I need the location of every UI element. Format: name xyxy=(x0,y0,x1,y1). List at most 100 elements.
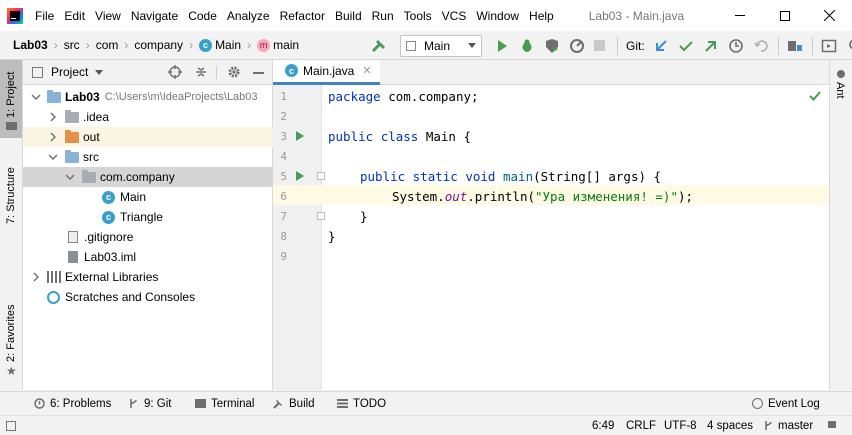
tree-item-label: External Libraries xyxy=(65,270,159,284)
tab-project[interactable]: 1: Project xyxy=(0,60,22,138)
editor-tab-main-java[interactable]: c Main.java ✕ xyxy=(273,59,380,85)
tree-item-lab03[interactable]: Lab03 C:\Users\m\IdeaProjects\Lab03 xyxy=(23,87,273,107)
tree-item-src[interactable]: src xyxy=(23,147,273,167)
tree-item-main[interactable]: c Main xyxy=(23,187,273,207)
maximize-button[interactable] xyxy=(762,0,807,31)
indent-setting[interactable]: 4 spaces xyxy=(707,420,753,432)
close-button[interactable] xyxy=(807,0,852,31)
locate-icon[interactable] xyxy=(168,65,182,79)
git-branch-widget[interactable]: master xyxy=(763,420,813,432)
tab-favorites-label: 2: Favorites xyxy=(5,304,17,362)
build-hammer-icon[interactable] xyxy=(370,37,388,55)
gitignore-file-icon xyxy=(68,231,78,243)
line-separator[interactable]: CRLF xyxy=(626,420,656,432)
code-area[interactable]: 1 package com.company; 2 3 public class … xyxy=(273,85,829,390)
search-icon[interactable] xyxy=(848,38,852,54)
tree-item-gitignore[interactable]: .gitignore xyxy=(23,227,273,247)
tool-build[interactable]: Build xyxy=(272,398,315,410)
gear-icon[interactable] xyxy=(227,65,241,79)
tab-structure[interactable]: 7: Structure xyxy=(0,152,22,232)
tree-item-out[interactable]: out xyxy=(23,127,273,147)
menu-run[interactable]: Run xyxy=(367,9,399,23)
debug-icon[interactable] xyxy=(519,38,535,54)
tree-item-external-libraries[interactable]: External Libraries xyxy=(23,267,273,287)
git-push-icon[interactable] xyxy=(703,38,719,54)
todo-list-icon xyxy=(337,399,348,408)
code-line-3: 3 public class Main { xyxy=(273,126,829,146)
menu-tools[interactable]: Tools xyxy=(399,9,437,23)
menu-build[interactable]: Build xyxy=(330,9,367,23)
history-icon[interactable] xyxy=(728,38,744,54)
fold-icon[interactable] xyxy=(317,172,325,180)
tab-favorites[interactable]: 2: Favorites ★ xyxy=(0,300,22,382)
run-icon[interactable] xyxy=(494,38,510,54)
code-line-9: 9 xyxy=(273,246,829,266)
git-update-icon[interactable] xyxy=(653,38,669,54)
project-structure-icon[interactable] xyxy=(787,38,803,54)
tab-ant[interactable]: Ant xyxy=(830,60,852,106)
tool-problems[interactable]: 6: Problems xyxy=(34,398,111,410)
menu-edit[interactable]: Edit xyxy=(59,9,90,23)
menu-vcs[interactable]: VCS xyxy=(437,9,472,23)
star-icon: ★ xyxy=(6,364,17,378)
coverage-icon[interactable] xyxy=(544,38,560,54)
tool-todo[interactable]: TODO xyxy=(337,398,386,410)
code-line-6: 6 System.out.println("Ура изменения! =)"… xyxy=(273,186,829,206)
lock-icon[interactable] xyxy=(828,421,836,428)
tool-windows-toggle-icon[interactable] xyxy=(6,421,16,431)
git-branch-icon xyxy=(765,421,772,430)
tree-item-triangle[interactable]: c Triangle xyxy=(23,207,273,227)
tool-event-log-label: Event Log xyxy=(768,397,820,410)
breadcrumb-class[interactable]: Main xyxy=(215,38,241,52)
menu-window[interactable]: Window xyxy=(471,9,524,23)
file-encoding[interactable]: UTF-8 xyxy=(664,420,697,432)
tree-item-idea[interactable]: .idea xyxy=(23,107,273,127)
minimize-button[interactable] xyxy=(717,0,762,31)
rollback-icon[interactable] xyxy=(753,38,769,54)
menu-navigate[interactable]: Navigate xyxy=(126,9,183,23)
breadcrumb-project[interactable]: Lab03 xyxy=(13,38,48,52)
package-icon xyxy=(82,169,96,183)
tool-terminal[interactable]: Terminal xyxy=(195,398,254,410)
tool-event-log[interactable]: Event Log xyxy=(752,398,820,410)
tree-item-lab03-iml[interactable]: Lab03.iml xyxy=(23,247,273,267)
caret-position[interactable]: 6:49 xyxy=(592,420,614,432)
menu-file[interactable]: File xyxy=(30,9,59,23)
tool-terminal-label: Terminal xyxy=(211,397,255,410)
menu-help[interactable]: Help xyxy=(524,9,559,23)
line-number: 6 xyxy=(280,189,287,203)
fold-icon[interactable] xyxy=(317,212,325,220)
menu-view[interactable]: View xyxy=(90,9,126,23)
git-commit-icon[interactable] xyxy=(678,38,694,54)
menu-refactor[interactable]: Refactor xyxy=(275,9,330,23)
tree-item-scratches[interactable]: Scratches and Consoles xyxy=(23,287,273,307)
presentation-icon[interactable] xyxy=(821,38,837,54)
tree-item-com-company[interactable]: com.company xyxy=(23,167,273,187)
chevron-right-icon xyxy=(33,272,39,282)
collapse-all-icon[interactable] xyxy=(194,65,208,79)
run-config-select[interactable]: Main xyxy=(400,34,482,57)
hide-panel-icon[interactable] xyxy=(253,72,264,74)
run-gutter-icon[interactable] xyxy=(295,131,305,141)
bottom-tool-bar: 6: Problems 9: Git Terminal Build TODO E… xyxy=(0,391,852,415)
menu-code[interactable]: Code xyxy=(183,9,222,23)
code-line-7: 7 } xyxy=(273,206,829,226)
breadcrumb-company[interactable]: company xyxy=(134,38,183,52)
stop-icon[interactable] xyxy=(594,40,605,51)
window-title: Lab03 - Main.java xyxy=(588,8,685,23)
breadcrumb-com[interactable]: com xyxy=(96,38,119,52)
code-line-1: 1 package com.company; xyxy=(273,86,829,106)
tool-git[interactable]: 9: Git xyxy=(128,398,171,410)
close-icon[interactable]: ✕ xyxy=(362,64,371,77)
chevron-right-icon: › xyxy=(53,38,58,52)
chevron-right-icon: › xyxy=(124,38,129,52)
project-view-select[interactable]: Project xyxy=(51,65,104,79)
folder-icon xyxy=(65,109,79,123)
run-gutter-icon[interactable] xyxy=(295,171,305,181)
profile-icon[interactable] xyxy=(569,38,585,54)
breadcrumb-method[interactable]: main xyxy=(273,38,299,52)
menu-analyze[interactable]: Analyze xyxy=(222,9,275,23)
code-text: public static void main(String[] args) { xyxy=(360,168,662,184)
breadcrumb-src[interactable]: src xyxy=(64,38,80,52)
class-icon: c xyxy=(199,38,213,52)
